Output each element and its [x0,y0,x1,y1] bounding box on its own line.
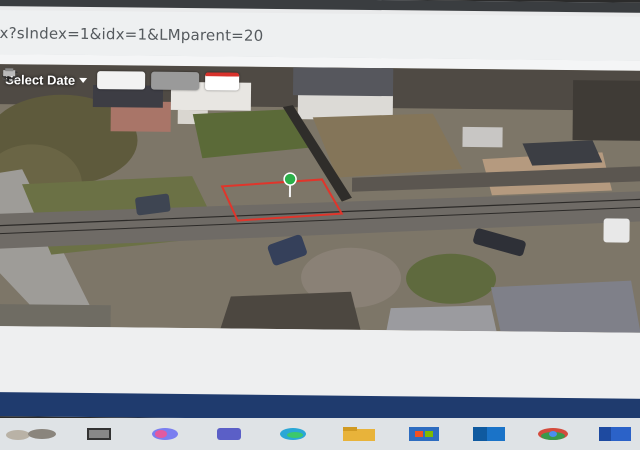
aerial-map[interactable]: Select Date [0,63,640,333]
monitor-screen: x?sIndex=1&idx=1&LMparent=20 Select Date [0,0,640,423]
chrome-icon[interactable] [536,426,570,442]
store-icon[interactable] [408,426,440,442]
chevron-down-icon [79,77,88,83]
url-text[interactable]: x?sIndex=1&idx=1&LMparent=20 [0,24,264,45]
pin-button[interactable] [5,69,200,91]
edge-icon[interactable] [278,426,308,442]
copilot-icon[interactable] [150,426,180,442]
task-view-icon[interactable] [86,426,112,442]
weather-icon[interactable] [4,426,60,442]
layers-button[interactable] [2,69,146,90]
outlook-icon[interactable] [472,426,506,442]
aerial-imagery [0,63,640,333]
map-toolbar: Select Date [1,68,240,92]
file-explorer-icon[interactable] [342,426,376,442]
print-icon [3,68,16,77]
windows-taskbar [0,418,640,450]
print-button[interactable] [3,68,240,91]
teams-icon[interactable] [214,426,244,442]
word-icon[interactable] [598,426,632,442]
